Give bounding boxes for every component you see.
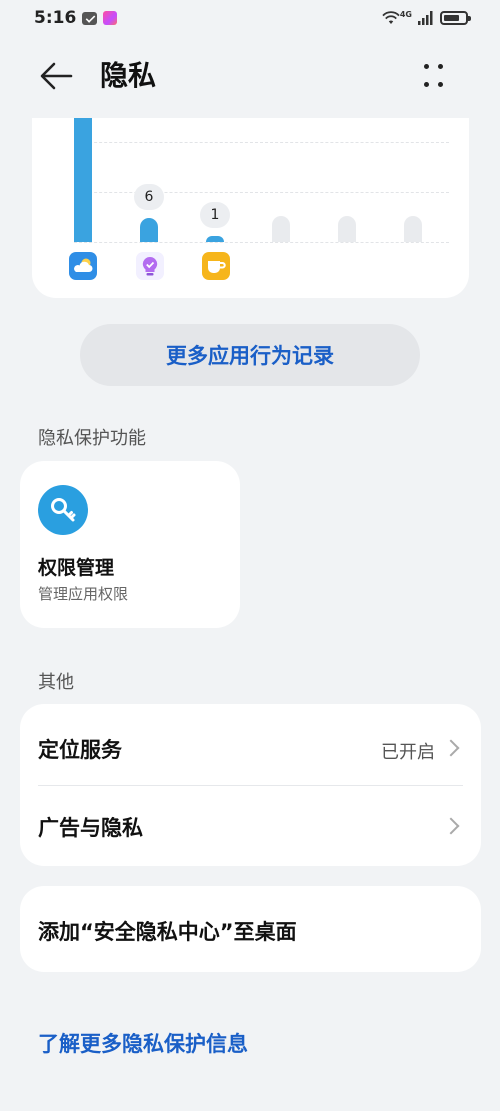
more-dots-icon bbox=[424, 64, 429, 69]
status-left: 5:16 bbox=[34, 8, 118, 28]
status-time: 5:16 bbox=[34, 8, 77, 28]
learn-more-privacy-link[interactable]: 了解更多隐私保护信息 bbox=[38, 1028, 248, 1058]
chart-data-label: 6 bbox=[134, 184, 164, 210]
add-to-desktop-card[interactable]: 添加“安全隐私中心”至桌面 bbox=[20, 886, 481, 972]
battery-icon bbox=[440, 11, 471, 25]
privacy-section-title: 隐私保护功能 bbox=[38, 428, 146, 449]
permission-management-title: 权限管理 bbox=[38, 557, 115, 579]
location-service-label: 定位服务 bbox=[38, 738, 122, 762]
other-section-title: 其他 bbox=[38, 672, 74, 693]
page-title: 隐私 bbox=[100, 59, 157, 92]
location-service-row[interactable]: 定位服务 已开启 bbox=[20, 708, 481, 788]
app-behavior-chart: 61 bbox=[32, 118, 469, 298]
ads-privacy-label: 广告与隐私 bbox=[38, 816, 143, 840]
app-icon bbox=[103, 11, 118, 25]
ads-privacy-row[interactable]: 广告与隐私 bbox=[20, 786, 481, 866]
chart-data-label: 1 bbox=[200, 202, 230, 228]
permission-management-card[interactable]: 权限管理 管理应用权限 bbox=[20, 461, 240, 628]
back-arrow-icon bbox=[40, 62, 73, 90]
network-type-label: 4G bbox=[399, 9, 412, 19]
grid-line bbox=[74, 242, 449, 243]
notification-icon bbox=[82, 11, 98, 25]
permission-management-subtitle: 管理应用权限 bbox=[38, 585, 129, 603]
chevron-right-icon bbox=[442, 817, 460, 835]
weather-app-icon bbox=[69, 252, 97, 280]
header: 隐私 bbox=[0, 46, 500, 106]
chart-bar-empty bbox=[404, 216, 422, 242]
grid-line bbox=[74, 142, 449, 143]
key-icon bbox=[38, 485, 88, 535]
chart-bar-empty bbox=[338, 216, 356, 242]
cup-app-icon bbox=[202, 252, 230, 280]
chart-bar-empty bbox=[272, 216, 290, 242]
status-bar: 5:16 4G bbox=[0, 0, 500, 36]
signal-icon bbox=[418, 11, 433, 25]
chart-bar bbox=[140, 218, 158, 242]
other-settings-list: 定位服务 已开启 广告与隐私 bbox=[20, 704, 481, 866]
wifi-icon bbox=[382, 11, 400, 24]
tips-app-icon bbox=[136, 252, 164, 280]
chevron-right-icon bbox=[442, 739, 460, 757]
location-service-status: 已开启 bbox=[381, 742, 435, 763]
more-button[interactable] bbox=[416, 58, 452, 94]
chart-bar bbox=[74, 118, 92, 242]
status-right: 4G bbox=[382, 9, 471, 25]
add-to-desktop-label: 添加“安全隐私中心”至桌面 bbox=[38, 920, 297, 944]
grid-line bbox=[74, 192, 449, 193]
back-button[interactable] bbox=[36, 58, 76, 94]
more-app-records-button[interactable]: 更多应用行为记录 bbox=[80, 324, 420, 386]
chart-bar bbox=[206, 236, 224, 242]
